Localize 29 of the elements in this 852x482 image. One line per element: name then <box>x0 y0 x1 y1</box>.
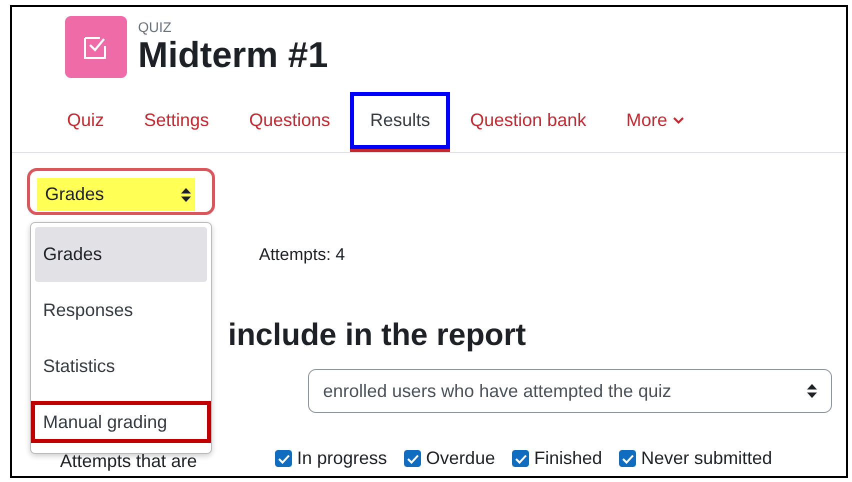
updown-icon <box>181 188 191 202</box>
menu-item[interactable]: Responses <box>35 283 207 338</box>
checkbox[interactable] <box>275 450 292 467</box>
field-label: Attempts that are <box>59 451 198 472</box>
menu-item[interactable]: Manual grading <box>31 401 211 443</box>
checkbox[interactable] <box>619 450 636 467</box>
menu-item[interactable]: Statistics <box>35 339 207 394</box>
nav-tab[interactable]: Question bank <box>450 92 606 152</box>
nav-tab[interactable]: Questions <box>229 92 350 152</box>
checkbox-label: Never submitted <box>641 448 772 469</box>
attempts-from-select[interactable]: enrolled users who have attempted the quiz <box>308 369 832 413</box>
nav-tab[interactable]: Settings <box>124 92 230 152</box>
section-heading: include in the report <box>228 317 527 353</box>
checkbox-label: Finished <box>534 448 602 469</box>
report-select[interactable]: Grades <box>37 178 195 211</box>
nav-tab[interactable]: Results <box>350 92 450 152</box>
page-title: Midterm #1 <box>138 35 328 75</box>
checkbox-label: In progress <box>297 448 388 469</box>
nav-tab[interactable]: More <box>606 92 704 152</box>
activity-type: QUIZ <box>138 19 172 35</box>
attempts-count: Attempts: 4 <box>259 245 346 266</box>
nav-tab[interactable]: Quiz <box>47 92 124 152</box>
checkbox-label: Overdue <box>426 448 496 469</box>
menu-item[interactable]: Grades <box>35 227 207 282</box>
caret-icon <box>673 117 684 124</box>
checkbox[interactable] <box>404 450 422 467</box>
updown-icon <box>807 384 817 398</box>
checkbox[interactable] <box>512 450 530 467</box>
quiz-icon <box>65 16 127 78</box>
